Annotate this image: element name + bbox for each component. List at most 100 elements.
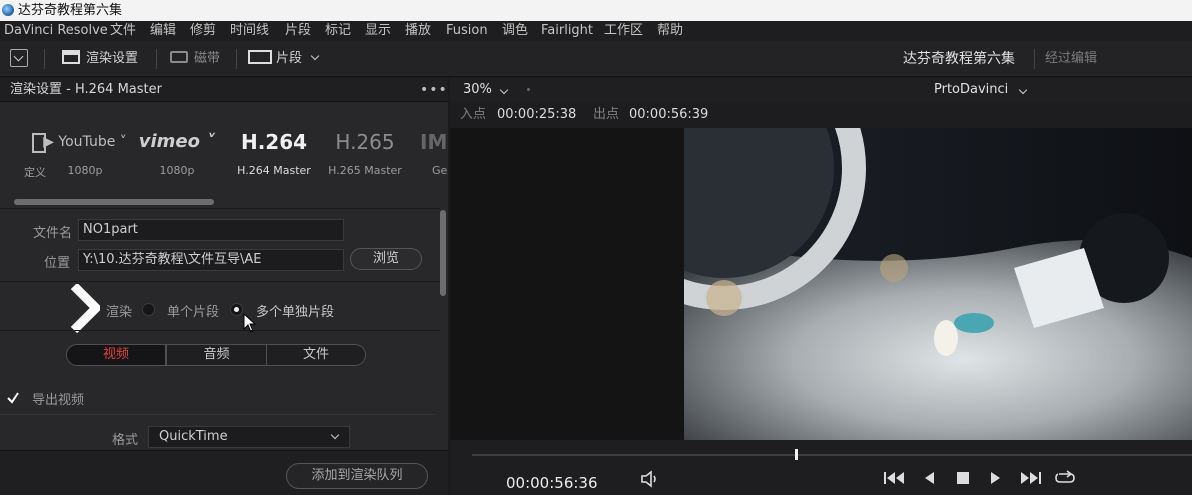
video-frame-image [684, 128, 1192, 440]
filename-input[interactable]: NO1part [78, 219, 344, 241]
tab-file[interactable]: 文件 [266, 344, 366, 366]
scrubber-playhead[interactable] [795, 449, 798, 460]
render-settings-label: 渲染设置 [86, 51, 139, 66]
divider [0, 330, 440, 331]
viewer-header: 30% PrtoDavinci [450, 78, 1192, 102]
divider [44, 49, 45, 69]
menu-edit[interactable]: 编辑 [150, 21, 176, 41]
loop-icon[interactable] [1054, 470, 1076, 490]
menu-clip[interactable]: 片段 [285, 21, 311, 41]
h264-logo: H.264 [240, 130, 308, 154]
menu-timeline[interactable]: 时间线 [230, 21, 269, 41]
video-viewer[interactable] [450, 128, 1192, 440]
in-point-timecode: 00:00:25:38 [497, 107, 577, 122]
project-name: 达芬奇教程第六集 [903, 51, 1015, 67]
menu-davinci[interactable]: DaVinci Resolve [4, 21, 108, 41]
chevron-down-icon[interactable] [499, 85, 509, 95]
preset-label: H.265 Master [328, 164, 402, 177]
menu-view[interactable]: 显示 [365, 21, 391, 41]
more-options-icon[interactable]: ••• [420, 78, 448, 102]
preset-imf[interactable]: IM Ger [420, 124, 448, 177]
render-settings-button[interactable]: 渲染设置 [62, 49, 138, 69]
viewer-source-name[interactable]: PrtoDavinci [934, 78, 1008, 102]
clip-icon [248, 50, 272, 64]
menu-playback[interactable]: 播放 [405, 21, 431, 41]
preset-youtube[interactable]: ▶ YouTube ˅ 1080p [40, 124, 130, 177]
transport-bar: 00:00:56:36 [450, 440, 1192, 495]
menu-trim[interactable]: 修剪 [190, 21, 216, 41]
browse-button[interactable]: 浏览 [350, 248, 422, 270]
skip-to-start-icon[interactable] [883, 470, 905, 490]
preset-label: 1080p [67, 164, 103, 177]
preset-label: 1080p [159, 164, 195, 177]
menu-fairlight[interactable]: Fairlight [541, 21, 593, 41]
preset-vimeo[interactable]: vimeo ˅ 1080p [132, 124, 222, 177]
multiple-clips-radio[interactable] [230, 303, 243, 316]
window-titlebar: 达芬奇教程第六集 [0, 0, 1192, 21]
play-reverse-icon[interactable] [923, 470, 935, 490]
youtube-logo: ▶ YouTube ˅ [43, 134, 127, 150]
menu-bar: DaVinci Resolve 文件 编辑 修剪 时间线 片段 标记 显示 播放… [0, 21, 1192, 41]
skip-to-end-icon[interactable] [1020, 470, 1042, 490]
menu-workspace[interactable]: 工作区 [604, 21, 643, 41]
menu-help[interactable]: 帮助 [657, 21, 683, 41]
out-point-label: 出点 [593, 107, 620, 122]
zoom-level[interactable]: 30% [463, 78, 492, 102]
app-icon [2, 4, 14, 16]
arrow-icon [70, 282, 103, 334]
clips-button[interactable]: 片段 [248, 49, 320, 69]
preset-label: Ger [432, 164, 448, 177]
tab-video[interactable]: 视频 [66, 344, 166, 366]
tape-button[interactable]: 磁带 [170, 49, 220, 69]
divider [0, 208, 440, 209]
clapper-icon [62, 50, 80, 64]
format-select[interactable]: QuickTime [148, 426, 350, 448]
play-icon[interactable] [990, 470, 1002, 490]
render-panel-title: 渲染设置 - H.264 Master [10, 82, 162, 97]
menu-mark[interactable]: 标记 [325, 21, 351, 41]
preset-label: H.264 Master [237, 164, 311, 177]
format-value: QuickTime [159, 429, 228, 444]
menu-fusion[interactable]: Fusion [446, 21, 488, 41]
out-point-timecode: 00:00:56:39 [629, 107, 709, 122]
render-panel-header: 渲染设置 - H.264 Master ••• [0, 78, 448, 102]
add-to-render-queue-button[interactable]: 添加到渲染队列 [286, 463, 428, 489]
volume-icon[interactable] [640, 470, 660, 490]
clips-label: 片段 [276, 51, 303, 66]
location-input[interactable]: Y:\10.达芬奇教程\文件互导\AE [78, 249, 344, 271]
single-clip-radio[interactable] [142, 303, 155, 316]
scrubber-track[interactable] [472, 454, 1192, 456]
tab-audio[interactable]: 音频 [166, 344, 267, 366]
tape-icon [170, 51, 188, 63]
tape-label: 磁带 [194, 51, 221, 66]
chevron-down-icon [310, 51, 320, 61]
preset-scrollbar[interactable] [14, 199, 214, 205]
current-timecode: 00:00:56:36 [506, 474, 598, 492]
export-video-label: 导出视频 [32, 393, 85, 408]
chevron-down-icon[interactable] [1018, 85, 1028, 95]
format-label: 格式 [112, 433, 139, 448]
divider [1034, 49, 1035, 69]
location-label: 位置 [43, 256, 70, 271]
filename-label: 文件名 [32, 226, 72, 241]
window-title: 达芬奇教程第六集 [18, 3, 123, 18]
render-mode-label: 渲染 [106, 305, 133, 320]
settings-scrollbar[interactable] [440, 210, 446, 296]
export-video-checkbox[interactable] [6, 390, 20, 404]
imf-logo: IM [420, 130, 448, 154]
divider [236, 49, 237, 69]
menu-color[interactable]: 调色 [502, 21, 528, 41]
video-frame [684, 128, 1192, 440]
toolbar: 渲染设置 磁带 片段 达芬奇教程第六集 经过编辑 [0, 41, 1192, 77]
preset-h264[interactable]: H.264 H.264 Master [228, 124, 320, 177]
panel-toggle-icon[interactable] [10, 49, 28, 67]
chevron-down-icon [330, 430, 340, 440]
multiple-clips-label: 多个单独片段 [256, 305, 335, 320]
menu-file[interactable]: 文件 [110, 21, 136, 41]
in-out-bar: 入点 00:00:25:38 出点 00:00:56:39 [450, 102, 1192, 128]
preset-h265[interactable]: H.265 H.265 Master [320, 124, 410, 177]
stop-icon[interactable] [956, 470, 970, 490]
divider [0, 414, 436, 415]
h265-logo: H.265 [335, 130, 395, 154]
divider [0, 281, 440, 282]
